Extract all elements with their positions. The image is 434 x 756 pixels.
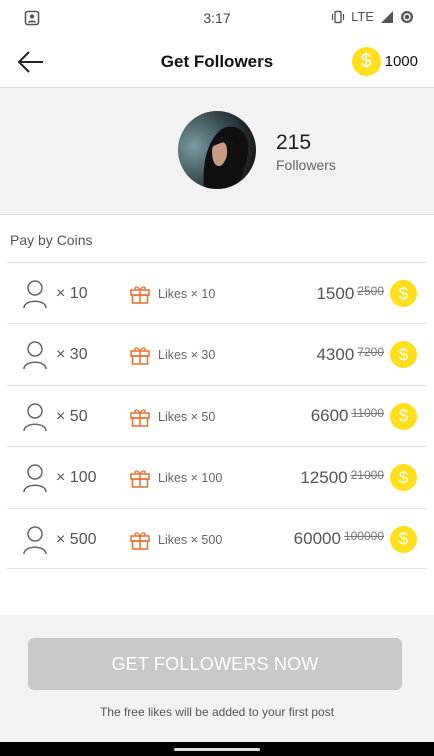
original-price: 2500 (357, 283, 384, 298)
coin-icon: $ (351, 47, 381, 76)
price-group: 60000 100000 $ (293, 525, 417, 553)
original-price: 100000 (343, 529, 384, 544)
price: 6600 (310, 406, 349, 426)
price: 4300 (316, 344, 355, 364)
coin-balance[interactable]: $ 1000 (351, 47, 418, 76)
package-row[interactable]: × 10 Likes × 10 1500 2500 $ (7, 262, 427, 323)
pay-by-coins-label: Pay by Coins (10, 232, 93, 248)
status-indicators: LTE (331, 9, 414, 24)
package-row[interactable]: × 500 Likes × 500 60000 100000 $ (7, 507, 427, 569)
home-indicator[interactable] (174, 748, 260, 751)
profile-section: 215 Followers (0, 88, 434, 215)
follower-quantity: × 500 (56, 530, 97, 548)
gift-icon (130, 409, 150, 427)
follower-quantity: × 30 (56, 346, 88, 364)
signal-icon (381, 10, 393, 23)
price-group: 1500 2500 $ (316, 280, 417, 307)
person-icon (23, 403, 47, 431)
price: 12500 (300, 467, 348, 487)
price: 1500 (316, 283, 355, 303)
package-list: × 10 Likes × 10 1500 2500 $ × 30 Likes ×… (7, 262, 427, 569)
price-group: 4300 7200 $ (316, 341, 417, 369)
gift-icon (130, 286, 150, 304)
gift-icon (130, 347, 150, 366)
bottom-panel: GET FOLLOWERS NOW The free likes will be… (0, 615, 434, 742)
followers-label: Followers (276, 157, 336, 173)
avatar (178, 111, 256, 189)
gift-icon (130, 470, 150, 488)
gift-icon (130, 531, 150, 550)
follower-quantity: × 100 (56, 469, 97, 487)
person-icon (23, 525, 47, 554)
package-row[interactable]: × 100 Likes × 100 12500 21000 $ (7, 446, 427, 507)
original-price: 7200 (357, 344, 384, 359)
original-price: 21000 (350, 467, 384, 482)
price-group: 6600 11000 $ (310, 402, 417, 430)
status-bar: 3:17 LTE (0, 0, 434, 36)
package-row[interactable]: × 50 Likes × 50 6600 11000 $ (7, 384, 427, 446)
system-nav-bar (0, 742, 434, 756)
coin-icon: $ (390, 464, 417, 492)
coin-icon: $ (390, 402, 417, 430)
likes-bonus: Likes × 30 (158, 348, 216, 363)
get-followers-now-button[interactable]: GET FOLLOWERS NOW (28, 638, 402, 690)
package-row[interactable]: × 30 Likes × 30 4300 7200 $ (7, 323, 427, 384)
followers-count: 215 (276, 131, 312, 154)
battery-icon (401, 10, 413, 23)
likes-bonus: Likes × 10 (158, 287, 216, 301)
network-type: LTE (351, 9, 374, 24)
person-icon (23, 464, 47, 493)
app-bar: Get Followers $ 1000 (0, 36, 434, 88)
free-likes-note: The free likes will be added to your fir… (99, 705, 335, 719)
coin-icon: $ (390, 280, 417, 307)
follower-quantity: × 50 (56, 407, 88, 425)
likes-bonus: Likes × 100 (158, 471, 223, 486)
likes-bonus: Likes × 50 (158, 409, 216, 424)
original-price: 11000 (351, 406, 384, 421)
follower-quantity: × 10 (56, 285, 88, 302)
likes-bonus: Likes × 500 (158, 532, 223, 547)
vibrate-icon (332, 10, 345, 23)
coin-icon: $ (390, 525, 417, 553)
person-icon (23, 341, 47, 370)
price: 60000 (293, 529, 341, 549)
coin-balance-value: 1000 (384, 53, 418, 70)
coin-icon: $ (390, 341, 417, 369)
person-icon (23, 280, 47, 309)
price-group: 12500 21000 $ (300, 464, 417, 492)
